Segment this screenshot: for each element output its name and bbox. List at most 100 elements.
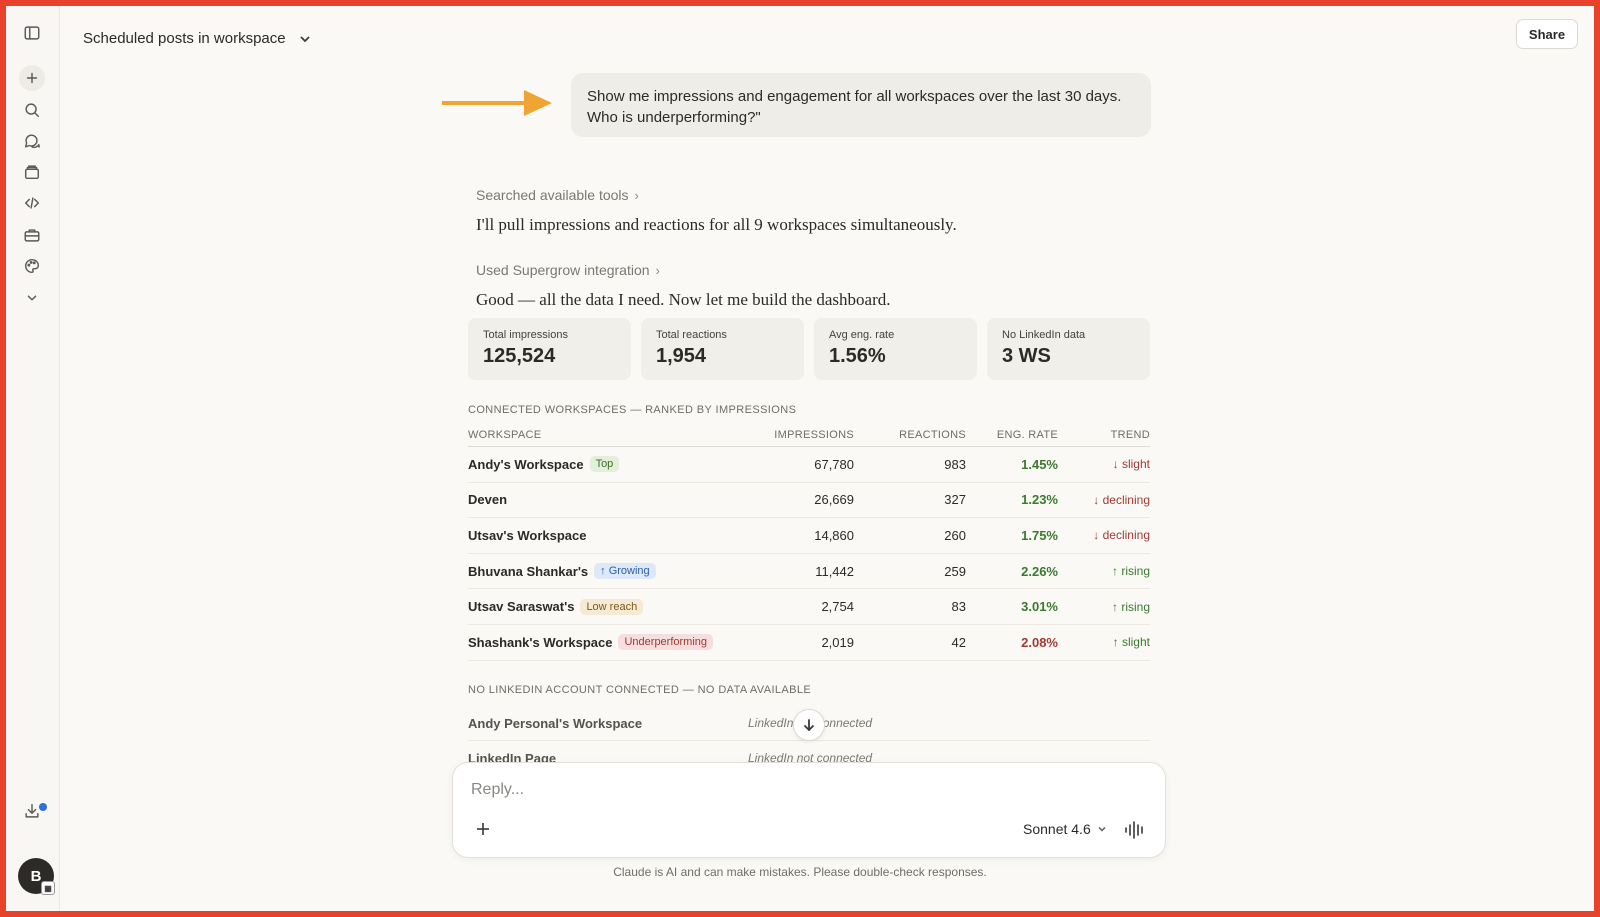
arrow-annotation-icon: [442, 90, 552, 116]
impressions-cell: 11,442: [815, 563, 854, 579]
tool-step-label: Used Supergrow integration: [476, 262, 650, 278]
workspace-name: Utsav's Workspace: [468, 527, 587, 543]
stat-card-eng-rate: Avg eng. rate 1.56%: [814, 318, 977, 380]
composer: Sonnet 4.6: [452, 762, 1166, 858]
sidebar: B ▦: [6, 6, 60, 911]
chevron-down-icon: [300, 35, 310, 42]
impressions-cell: 2,754: [821, 599, 854, 615]
stat-label: Total impressions: [483, 329, 568, 341]
sidebar-toggle-icon[interactable]: [19, 20, 45, 46]
plus-icon: [477, 823, 489, 835]
chats-icon[interactable]: [19, 128, 45, 154]
toolbox-icon[interactable]: [19, 222, 45, 248]
workspace-table: WORKSPACE IMPRESSIONS REACTIONS ENG. RAT…: [468, 423, 1150, 661]
header-reactions: REACTIONS: [899, 428, 966, 441]
chevron-right-icon: ›: [634, 187, 639, 203]
projects-icon[interactable]: [19, 159, 45, 185]
trend-cell: ↑ rising: [1111, 599, 1150, 614]
palette-icon[interactable]: [19, 253, 45, 279]
user-message: Show me impressions and engagement for a…: [571, 73, 1151, 137]
eng-rate-cell: 1.45%: [1021, 456, 1058, 472]
status-badge: Top: [589, 456, 620, 473]
stat-label: Avg eng. rate: [829, 329, 895, 341]
model-selector[interactable]: Sonnet 4.6: [1023, 821, 1107, 837]
eng-rate-cell: 3.01%: [1021, 599, 1058, 615]
stat-card-reactions: Total reactions 1,954: [641, 318, 804, 380]
chevron-right-icon: ›: [655, 262, 660, 278]
disclaimer-text: Claude is AI and can make mistakes. Plea…: [613, 865, 987, 879]
tool-step-label: Searched available tools: [476, 187, 629, 203]
table-row: Deven 26,669 327 1.23% ↓ declining: [468, 483, 1150, 519]
workspace-name: Deven: [468, 492, 508, 508]
stat-value: 1.56%: [829, 345, 886, 367]
reactions-cell: 42: [951, 634, 966, 650]
arrow-down-icon: [804, 719, 814, 732]
chevron-down-icon[interactable]: [19, 285, 45, 311]
assistant-message: I'll pull impressions and reactions for …: [476, 215, 957, 234]
reply-input[interactable]: [471, 781, 971, 799]
stat-value: 3 WS: [1002, 345, 1051, 367]
impressions-cell: 14,860: [814, 527, 854, 543]
workspace-name: Andy Personal's Workspace: [468, 715, 643, 731]
page-title: Scheduled posts in workspace: [83, 30, 286, 47]
workspace-name: Utsav Saraswat's: [468, 599, 575, 615]
trend-cell: ↓ slight: [1112, 457, 1150, 472]
status-badge: ↑ Growing: [594, 563, 656, 580]
add-attachment-button[interactable]: [473, 819, 493, 839]
app-window: B ▦ Scheduled posts in workspace Share S…: [6, 6, 1594, 911]
header-workspace: WORKSPACE: [468, 428, 542, 441]
eng-rate-cell: 2.08%: [1021, 634, 1058, 650]
tool-step-search[interactable]: Searched available tools ›: [476, 187, 639, 203]
header-eng-rate: ENG. RATE: [996, 428, 1058, 441]
eng-rate-cell: 1.23%: [1021, 492, 1058, 508]
header-impressions: IMPRESSIONS: [774, 428, 854, 441]
stat-label: No LinkedIn data: [1002, 329, 1086, 341]
workspace-name: Bhuvana Shankar's: [468, 563, 589, 579]
table-row: Utsav Saraswat's Low reach 2,754 83 3.01%…: [468, 589, 1150, 625]
status-badge: Underperforming: [618, 634, 714, 651]
stat-card-impressions: Total impressions 125,524: [468, 318, 631, 380]
trend-cell: ↓ declining: [1093, 492, 1150, 507]
trend-cell: ↑ slight: [1112, 635, 1150, 650]
code-icon[interactable]: [19, 190, 45, 216]
org-icon: ▦: [41, 881, 55, 895]
reactions-cell: 260: [944, 527, 966, 543]
workspace-name: Shashank's Workspace: [468, 634, 613, 650]
trend-cell: ↑ rising: [1111, 564, 1150, 579]
download-icon[interactable]: [19, 798, 45, 824]
assistant-message: Good — all the data I need. Now let me b…: [476, 290, 891, 309]
reactions-cell: 83: [951, 599, 966, 615]
chevron-down-icon: [1098, 826, 1106, 832]
reactions-cell: 983: [944, 456, 966, 472]
share-button[interactable]: Share: [1516, 19, 1578, 49]
stat-value: 125,524: [483, 345, 556, 367]
trend-cell: ↓ declining: [1093, 528, 1150, 543]
notification-dot: [39, 803, 47, 811]
table-row: Utsav's Workspace 14,860 260 1.75% ↓ dec…: [468, 518, 1150, 554]
stat-value: 1,954: [656, 345, 707, 367]
tool-step-integration[interactable]: Used Supergrow integration ›: [476, 262, 660, 278]
status-badge: Low reach: [580, 598, 644, 615]
eng-rate-cell: 2.26%: [1021, 563, 1058, 579]
impressions-cell: 26,669: [814, 492, 854, 508]
search-icon[interactable]: [19, 97, 45, 123]
reactions-cell: 327: [944, 492, 966, 508]
table-row: Andy's Workspace Top 67,780 983 1.45% ↓ s…: [468, 447, 1150, 483]
section-title-no-linkedin: NO LINKEDIN ACCOUNT CONNECTED — NO DATA …: [468, 684, 812, 696]
voice-input-icon[interactable]: [1123, 818, 1147, 842]
chat-title-dropdown[interactable]: Scheduled posts in workspace: [83, 30, 312, 47]
scroll-to-bottom-button[interactable]: [793, 709, 825, 741]
eng-rate-cell: 1.75%: [1021, 527, 1058, 543]
impressions-cell: 2,019: [821, 634, 854, 650]
model-label: Sonnet 4.6: [1023, 821, 1091, 837]
impressions-cell: 67,780: [814, 456, 854, 472]
stat-card-no-linkedin: No LinkedIn data 3 WS: [987, 318, 1150, 380]
reactions-cell: 259: [944, 563, 966, 579]
section-title-connected: CONNECTED WORKSPACES — RANKED BY IMPRESS…: [468, 404, 797, 416]
table-row: Bhuvana Shankar's ↑ Growing 11,442 259 2.…: [468, 554, 1150, 590]
workspace-name: Andy's Workspace: [468, 456, 584, 472]
new-chat-icon[interactable]: [19, 65, 45, 91]
table-row: Shashank's Workspace Underperforming 2,01…: [468, 625, 1150, 661]
stat-label: Total reactions: [656, 329, 727, 341]
table-header: WORKSPACE IMPRESSIONS REACTIONS ENG. RAT…: [468, 423, 1150, 447]
